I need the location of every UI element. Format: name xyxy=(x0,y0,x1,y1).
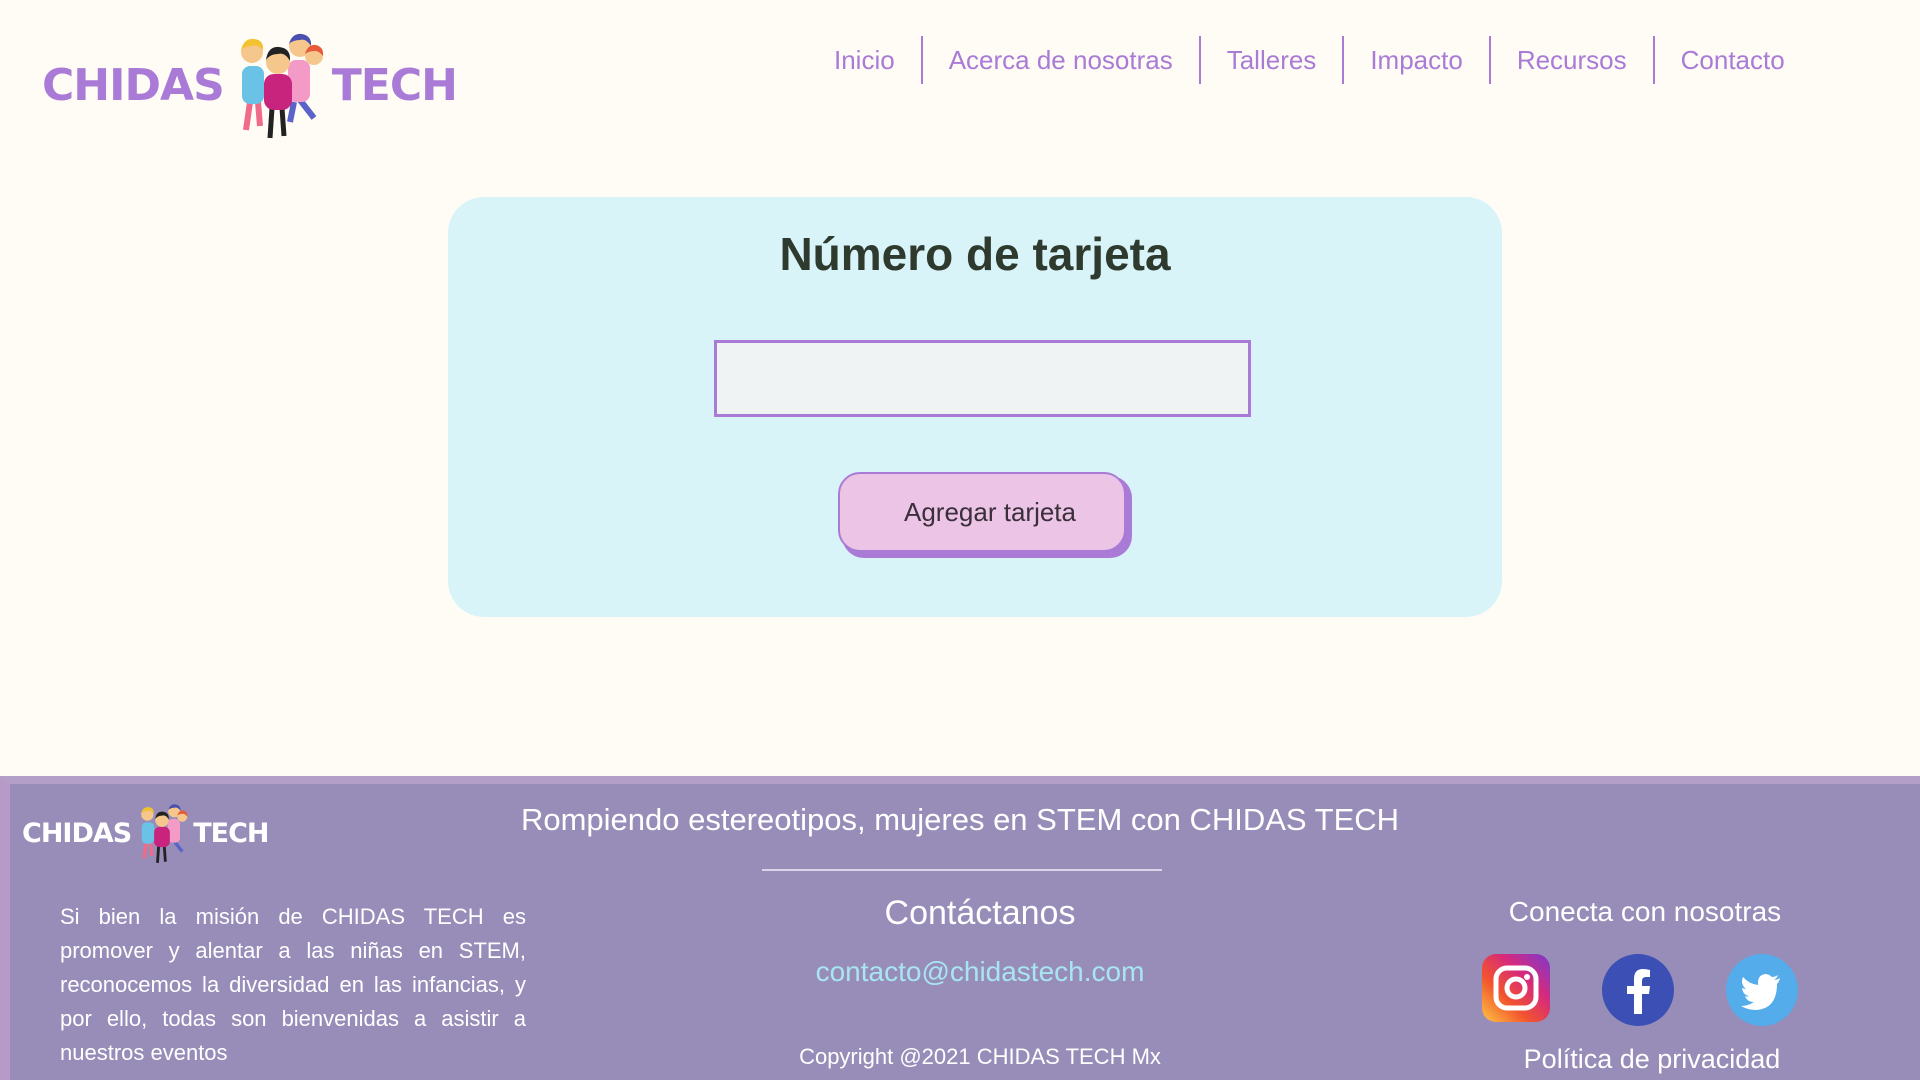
card-number-title: Número de tarjeta xyxy=(779,228,1171,280)
footer-logo[interactable]: CHIDAS TECH xyxy=(22,798,270,868)
connect-title: Conecta con nosotras xyxy=(1508,896,1782,927)
add-card-button[interactable]: Agregar tarjeta xyxy=(838,472,1126,552)
nav-item-recursos[interactable]: Recursos xyxy=(1491,36,1653,84)
nav-item-contacto[interactable]: Contacto xyxy=(1655,36,1811,84)
footer-logo-kids-illustration xyxy=(135,798,189,868)
main-nav: Inicio Acerca de nosotras Talleres Impac… xyxy=(808,36,1811,84)
privacy-policy-link[interactable]: Política de privacidad xyxy=(1450,1044,1854,1075)
contact-title: Contáctanos xyxy=(884,894,1076,932)
copyright-text: Copyright @2021 CHIDAS TECH Mx xyxy=(799,1044,1161,1069)
nav-item-talleres[interactable]: Talleres xyxy=(1201,36,1343,84)
nav-item-acerca[interactable]: Acerca de nosotras xyxy=(923,36,1199,84)
footer-logo-text-chidas: CHIDAS xyxy=(22,817,132,849)
site-logo[interactable]: CHIDAS TECH xyxy=(42,30,458,140)
facebook-icon[interactable] xyxy=(1602,954,1674,1026)
twitter-icon[interactable] xyxy=(1726,954,1798,1026)
logo-kids-illustration xyxy=(230,30,326,140)
instagram-icon[interactable] xyxy=(1482,954,1550,1022)
logo-text-tech: TECH xyxy=(331,59,458,111)
footer-logo-text-tech: TECH xyxy=(193,817,269,849)
site-footer: CHIDAS TECH Rompiendo estereotipos, muje… xyxy=(0,776,1920,1080)
contact-email-link[interactable]: contacto@chidastech.com xyxy=(690,956,1270,988)
nav-item-inicio[interactable]: Inicio xyxy=(808,36,921,84)
nav-item-impacto[interactable]: Impacto xyxy=(1344,36,1489,84)
card-number-panel: Número de tarjeta Agregar tarjeta xyxy=(448,197,1502,617)
card-number-input[interactable] xyxy=(714,340,1251,417)
footer-mission-text: Si bien la misión de CHIDAS TECH es prom… xyxy=(60,904,526,1065)
logo-text-chidas: CHIDAS xyxy=(42,59,225,111)
footer-divider xyxy=(762,869,1162,871)
footer-tagline: Rompiendo estereotipos, mujeres en STEM … xyxy=(520,802,1400,837)
